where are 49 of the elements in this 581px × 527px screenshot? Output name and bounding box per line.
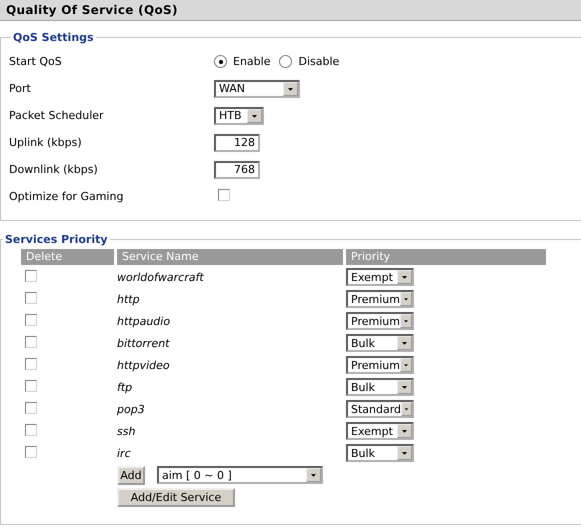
column-header: Service Name [117,249,343,265]
field-label: Downlink (kbps) [9,163,99,176]
priority-select[interactable]: Bulk [346,444,414,462]
delete-checkbox[interactable] [25,336,37,348]
delete-checkbox[interactable] [25,424,37,436]
field-label: Start QoS [9,55,63,68]
field-label: Port [9,82,32,95]
service-name: ssh [117,424,136,438]
delete-checkbox[interactable] [25,314,37,326]
service-name: irc [117,446,132,460]
delete-checkbox[interactable] [25,292,37,304]
column-header: Priority [346,249,546,265]
gaming-checkbox[interactable] [218,189,230,201]
section-legend: QoS Settings [11,31,96,44]
service-name: bittorrent [117,336,171,350]
priority-select[interactable]: Standard [346,400,414,418]
field-label: Optimize for Gaming [9,190,124,203]
priority-select[interactable]: Premium [346,312,414,330]
scheduler-select[interactable]: HTB [214,106,264,124]
delete-checkbox[interactable] [25,446,37,458]
page-title: Quality Of Service (QoS) [6,3,178,17]
delete-checkbox[interactable] [25,380,37,392]
priority-select[interactable]: Exempt [346,422,414,440]
priority-select[interactable]: Bulk [346,378,414,396]
delete-checkbox[interactable] [25,402,37,414]
add-button[interactable]: Add [117,466,145,484]
section-legend: Services Priority [3,233,110,246]
priority-select[interactable]: Premium [346,290,414,308]
column-header: Delete [21,249,114,265]
service-select[interactable]: aim [ 0 ~ 0 ] [157,466,323,484]
field-label: Packet Scheduler [9,109,105,122]
delete-checkbox[interactable] [25,270,37,282]
uplink-field[interactable]: 128 [214,134,260,152]
field-label: Uplink (kbps) [9,136,83,149]
priority-select[interactable]: Bulk [346,334,414,352]
priority-select[interactable]: Exempt [346,268,414,286]
add-edit-service-button[interactable]: Add/Edit Service [117,488,235,506]
service-name: httpvideo [117,358,171,372]
radio-option[interactable]: Enable [214,55,270,68]
radio-option[interactable]: Disable [279,55,340,68]
service-name: http [117,292,141,306]
service-name: worldofwarcraft [117,270,205,284]
downlink-field[interactable]: 768 [214,160,260,178]
priority-select[interactable]: Premium [346,356,414,374]
service-name: httpaudio [117,314,172,328]
service-name: ftp [117,380,134,394]
port-select[interactable]: WAN [214,80,300,98]
delete-checkbox[interactable] [25,358,37,370]
service-name: pop3 [117,402,146,416]
